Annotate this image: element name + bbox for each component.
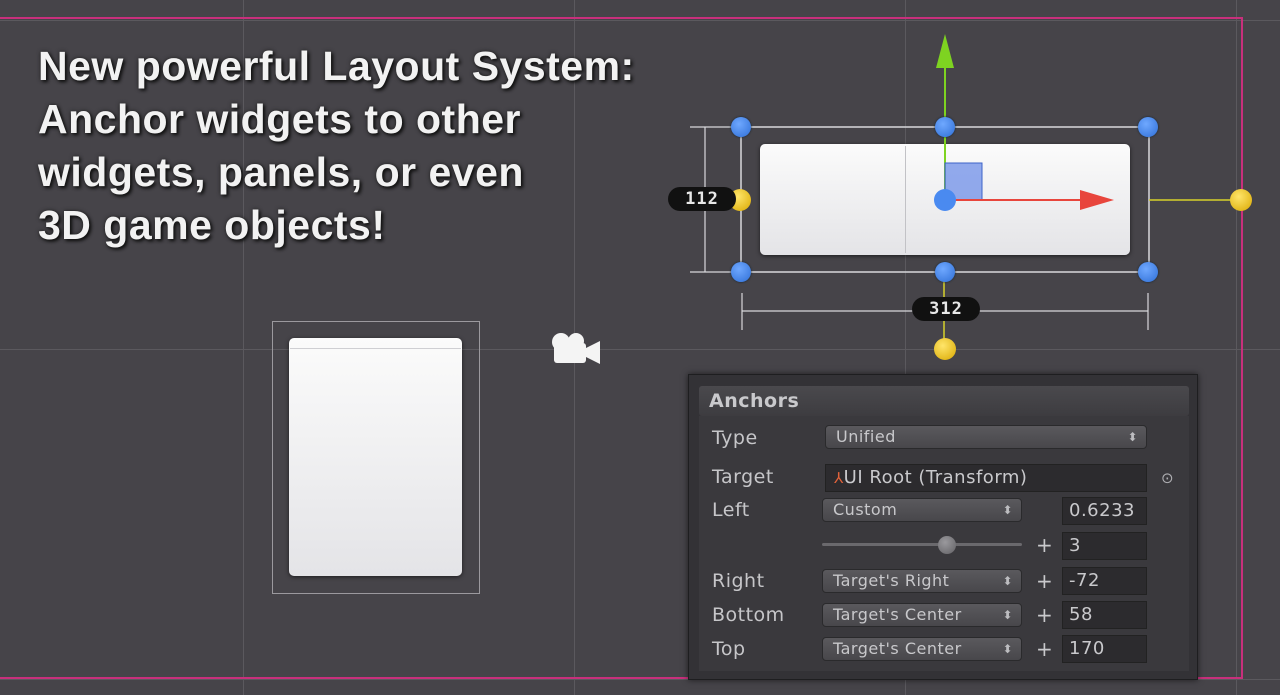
type-value: Unified bbox=[836, 427, 896, 446]
anchors-header[interactable]: Anchors bbox=[699, 386, 1189, 416]
root-bounds-top bbox=[0, 17, 1243, 19]
headline-line-1: New powerful Layout System: bbox=[38, 43, 635, 89]
bottom-mode-value: Target's Center bbox=[833, 605, 962, 624]
headline-line-3: widgets, panels, or even bbox=[38, 149, 524, 195]
resize-handle-top-left[interactable] bbox=[731, 117, 751, 137]
anchors-panel: Anchors Type Unified ⬍ Target ⅄UI Root (… bbox=[688, 374, 1198, 680]
updown-icon: ⬍ bbox=[1002, 608, 1013, 622]
type-dropdown[interactable]: Unified ⬍ bbox=[825, 425, 1147, 449]
top-plus: + bbox=[1036, 637, 1053, 661]
type-label: Type bbox=[712, 427, 758, 449]
top-label: Top bbox=[712, 638, 746, 660]
resize-handle-top-right[interactable] bbox=[1138, 117, 1158, 137]
bottom-label: Bottom bbox=[712, 604, 785, 626]
resize-handle-bottom[interactable] bbox=[935, 262, 955, 282]
headline-line-2: Anchor widgets to other bbox=[38, 96, 521, 142]
headline: New powerful Layout System: Anchor widge… bbox=[38, 40, 698, 252]
left-offset-field[interactable]: 3 bbox=[1062, 532, 1147, 560]
resize-handle-top[interactable] bbox=[935, 117, 955, 137]
resize-handle-bottom-left[interactable] bbox=[731, 262, 751, 282]
updown-icon: ⬍ bbox=[1002, 503, 1013, 517]
left-slider-track[interactable] bbox=[822, 543, 1022, 546]
camera-icon[interactable] bbox=[548, 330, 604, 368]
transform-icon: ⅄ bbox=[834, 469, 844, 487]
right-mode-dropdown[interactable]: Target's Right ⬍ bbox=[822, 569, 1022, 593]
updown-icon: ⬍ bbox=[1002, 574, 1013, 588]
right-offset-field[interactable]: -72 bbox=[1062, 567, 1147, 595]
left-relative-field[interactable]: 0.6233 bbox=[1062, 497, 1147, 525]
left-plus: + bbox=[1036, 533, 1053, 557]
left-slider-thumb[interactable] bbox=[937, 536, 956, 554]
resize-handle-bottom-right[interactable] bbox=[1138, 262, 1158, 282]
headline-line-4: 3D game objects! bbox=[38, 202, 386, 248]
right-label: Right bbox=[712, 570, 765, 592]
anchor-handle-bottom[interactable] bbox=[934, 338, 956, 360]
bottom-mode-dropdown[interactable]: Target's Center ⬍ bbox=[822, 603, 1022, 627]
bottom-plus: + bbox=[1036, 603, 1053, 627]
tall-widget-border bbox=[290, 348, 461, 349]
updown-icon: ⬍ bbox=[1127, 430, 1138, 444]
tall-widget[interactable] bbox=[289, 338, 462, 576]
top-mode-value: Target's Center bbox=[833, 639, 962, 658]
right-mode-value: Target's Right bbox=[833, 571, 950, 590]
top-mode-dropdown[interactable]: Target's Center ⬍ bbox=[822, 637, 1022, 661]
target-label: Target bbox=[712, 466, 774, 488]
height-label: 112 bbox=[668, 187, 736, 211]
bottom-offset-field[interactable]: 58 bbox=[1062, 601, 1147, 629]
target-field[interactable]: ⅄UI Root (Transform) bbox=[825, 464, 1147, 492]
left-label: Left bbox=[712, 499, 750, 521]
updown-icon: ⬍ bbox=[1002, 642, 1013, 656]
right-plus: + bbox=[1036, 569, 1053, 593]
target-value: UI Root (Transform) bbox=[843, 467, 1028, 488]
width-label: 312 bbox=[912, 297, 980, 321]
anchor-handle-right[interactable] bbox=[1230, 189, 1252, 211]
top-offset-field[interactable]: 170 bbox=[1062, 635, 1147, 663]
object-picker-icon[interactable]: ⊙ bbox=[1161, 469, 1174, 487]
left-mode-value: Custom bbox=[833, 500, 898, 519]
left-mode-dropdown[interactable]: Custom ⬍ bbox=[822, 498, 1022, 522]
